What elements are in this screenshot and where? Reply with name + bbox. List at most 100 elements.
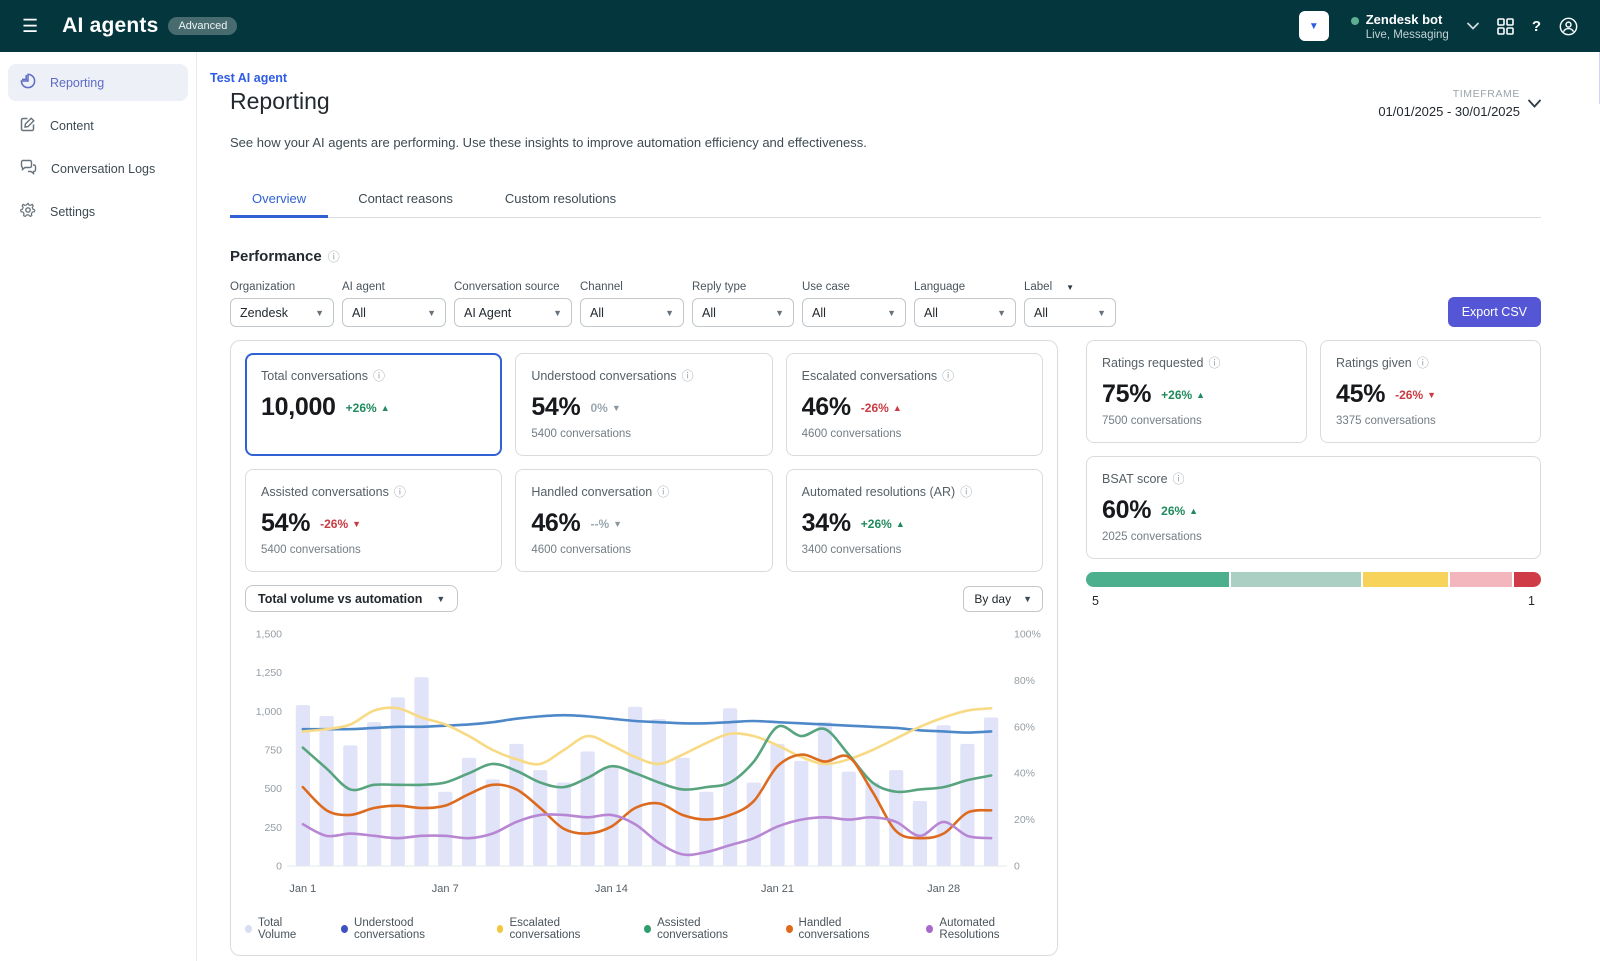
info-icon[interactable]: ⓘ <box>328 248 340 265</box>
chevron-down-icon: ▼ <box>1023 594 1032 604</box>
sidebar-item-reporting[interactable]: Reporting <box>8 64 188 101</box>
label-select[interactable]: All▼ <box>1024 298 1116 327</box>
info-icon[interactable]: ⓘ <box>682 367 694 384</box>
card-ratings-given[interactable]: Ratings givenⓘ 45% -26%▼ 3375 conversati… <box>1320 340 1541 443</box>
chevron-down-icon: ▼ <box>997 308 1006 318</box>
chevron-down-icon: ▼ <box>436 594 445 604</box>
bsat-best-label: 5 <box>1092 594 1099 608</box>
legend-item[interactable]: Understood conversations <box>341 917 470 941</box>
timeframe-value: 01/01/2025 - 30/01/2025 <box>1378 104 1520 119</box>
bsat-segment-score-4 <box>1231 572 1361 587</box>
bot-name: Zendesk bot <box>1366 12 1449 27</box>
compose-icon <box>20 116 36 135</box>
apps-grid-icon[interactable] <box>1497 18 1514 35</box>
legend-item[interactable]: Handled conversations <box>786 917 901 941</box>
chevron-down-icon[interactable]: ▼ <box>1066 283 1074 292</box>
filter-conversation-source: Conversation source AI Agent▼ <box>454 281 572 327</box>
info-icon[interactable]: ⓘ <box>1208 354 1220 371</box>
card-total-conversations[interactable]: Total conversationsⓘ 10,000 +26%▲ <box>245 353 502 456</box>
conversation-source-select[interactable]: AI Agent▼ <box>454 298 572 327</box>
organization-select[interactable]: Zendesk▼ <box>230 298 334 327</box>
main-content: Reporting TIMEFRAME 01/01/2025 - 30/01/2… <box>197 52 1600 961</box>
ai-agent-select[interactable]: All▼ <box>342 298 446 327</box>
card-handled-conversation[interactable]: Handled conversationⓘ 46% --%▼ 4600 conv… <box>515 469 772 572</box>
trend-arrow-icon: ▼ <box>352 519 361 529</box>
card-ratings-requested[interactable]: Ratings requestedⓘ 75% +26%▲ 7500 conver… <box>1086 340 1307 443</box>
filter-ai-agent: AI agent All▼ <box>342 281 446 327</box>
legend-dot-icon <box>926 925 933 933</box>
info-icon[interactable]: ⓘ <box>1173 470 1185 487</box>
page-subtitle: See how your AI agents are performing. U… <box>230 135 1541 150</box>
filters-row: Organization Zendesk▼ AI agent All▼ Conv… <box>230 281 1541 327</box>
use-case-select[interactable]: All▼ <box>802 298 906 327</box>
legend-item[interactable]: Escalated conversations <box>497 917 619 941</box>
bot-selector[interactable]: Zendesk bot Live, Messaging <box>1351 12 1449 41</box>
bot-live-status-dot <box>1351 17 1359 25</box>
bsat-distribution-bar <box>1086 572 1541 587</box>
svg-text:1,500: 1,500 <box>256 629 282 641</box>
info-icon[interactable]: ⓘ <box>373 367 385 384</box>
card-automated-resolutions[interactable]: Automated resolutions (AR)ⓘ 34% +26%▲ 34… <box>786 469 1043 572</box>
legend-dot-icon <box>245 925 252 933</box>
trend-arrow-icon: ▼ <box>613 519 622 529</box>
legend-item[interactable]: Automated Resolutions <box>926 917 1043 941</box>
info-icon[interactable]: ⓘ <box>1417 354 1429 371</box>
bsat-worst-label: 1 <box>1528 594 1535 608</box>
chevron-down-icon: ▼ <box>887 308 896 318</box>
filter-label: Label▼ All▼ <box>1024 281 1116 327</box>
chart-metric-select[interactable]: Total volume vs automation▼ <box>245 585 458 612</box>
tab-overview[interactable]: Overview <box>230 182 328 217</box>
card-assisted-conversations[interactable]: Assisted conversationsⓘ 54% -26%▼ 5400 c… <box>245 469 502 572</box>
sidebar: Reporting Content Conversation Logs Sett… <box>0 52 197 961</box>
tab-contact-reasons[interactable]: Contact reasons <box>336 182 475 217</box>
trend-arrow-icon: ▲ <box>896 519 905 529</box>
chevron-down-icon: ▼ <box>1097 308 1106 318</box>
svg-text:20%: 20% <box>1014 814 1035 826</box>
filter-channel: Channel All▼ <box>580 281 684 327</box>
chart-granularity-select[interactable]: By day▼ <box>963 586 1043 612</box>
test-ai-agent-button[interactable]: Test AI agent ▼ <box>1299 11 1329 41</box>
top-header: ☰ AI agents Advanced Test AI agent ▼ Zen… <box>0 0 1600 52</box>
trend-arrow-icon: ▲ <box>1196 390 1205 400</box>
gear-icon <box>20 202 36 221</box>
language-select[interactable]: All▼ <box>914 298 1016 327</box>
sidebar-item-conversation-logs[interactable]: Conversation Logs <box>8 150 188 187</box>
user-avatar-icon[interactable] <box>1559 17 1578 36</box>
info-icon[interactable]: ⓘ <box>942 367 954 384</box>
chevron-down-icon: ▼ <box>553 308 562 318</box>
chevron-down-icon[interactable] <box>1467 22 1479 30</box>
sidebar-item-label: Conversation Logs <box>51 162 155 176</box>
card-escalated-conversations[interactable]: Escalated conversationsⓘ 46% -26%▲ 4600 … <box>786 353 1043 456</box>
svg-text:Jan 1: Jan 1 <box>289 883 316 895</box>
info-icon[interactable]: ⓘ <box>394 483 406 500</box>
legend-item[interactable]: Total Volume <box>245 917 315 941</box>
svg-text:Jan 14: Jan 14 <box>595 883 628 895</box>
sidebar-item-settings[interactable]: Settings <box>8 193 188 230</box>
hamburger-menu-icon[interactable]: ☰ <box>22 16 38 37</box>
test-agent-dropdown-icon[interactable]: ▼ <box>1299 21 1329 32</box>
svg-text:1,000: 1,000 <box>256 706 282 718</box>
svg-text:0: 0 <box>1014 861 1020 873</box>
reply-type-select[interactable]: All▼ <box>692 298 794 327</box>
trend-arrow-icon: ▲ <box>893 403 902 413</box>
legend-dot-icon <box>786 925 793 933</box>
tab-custom-resolutions[interactable]: Custom resolutions <box>483 182 638 217</box>
ratings-panel: Ratings requestedⓘ 75% +26%▲ 7500 conver… <box>1086 340 1541 608</box>
channel-select[interactable]: All▼ <box>580 298 684 327</box>
info-icon[interactable]: ⓘ <box>657 483 669 500</box>
info-icon[interactable]: ⓘ <box>960 483 972 500</box>
tab-bar: Overview Contact reasons Custom resoluti… <box>230 182 1541 218</box>
svg-text:100%: 100% <box>1014 629 1041 641</box>
help-icon[interactable]: ? <box>1532 18 1541 35</box>
legend-item[interactable]: Assisted conversations <box>644 917 759 941</box>
performance-heading: Performance <box>230 248 322 265</box>
svg-text:60%: 60% <box>1014 721 1035 733</box>
bsat-segment-score-5 <box>1086 572 1229 587</box>
export-csv-button[interactable]: Export CSV <box>1448 297 1541 327</box>
filter-use-case: Use case All▼ <box>802 281 906 327</box>
advanced-badge: Advanced <box>168 17 237 35</box>
sidebar-item-label: Reporting <box>50 76 104 90</box>
sidebar-item-content[interactable]: Content <box>8 107 188 144</box>
card-understood-conversations[interactable]: Understood conversationsⓘ 54% 0%▼ 5400 c… <box>515 353 772 456</box>
card-bsat-score[interactable]: BSAT scoreⓘ 60% 26%▲ 2025 conversations <box>1086 456 1541 559</box>
